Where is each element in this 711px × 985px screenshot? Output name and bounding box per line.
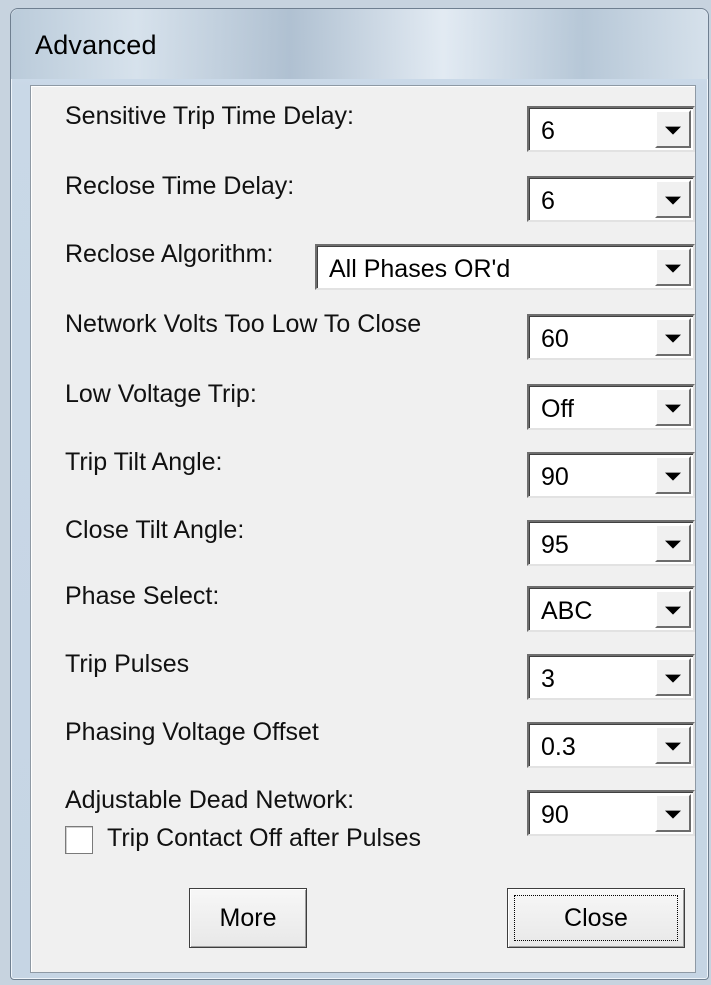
phasing-voltage-offset-label: Phasing Voltage Offset bbox=[65, 718, 319, 746]
reclose-algorithm-label: Reclose Algorithm: bbox=[65, 240, 274, 268]
network-volts-too-low-dropdown[interactable]: 60 bbox=[527, 314, 695, 360]
low-voltage-trip-value: Off bbox=[541, 395, 574, 423]
trip-tilt-angle-label: Trip Tilt Angle: bbox=[65, 448, 223, 476]
advanced-dialog: Advanced Sensitive Trip Time Delay: 6 Re… bbox=[10, 8, 709, 980]
setting-row-low-voltage-trip: Low Voltage Trip: Off bbox=[31, 374, 695, 430]
reclose-algorithm-value: All Phases OR'd bbox=[329, 255, 511, 283]
setting-row-sensitive-trip-time-delay: Sensitive Trip Time Delay: 6 bbox=[31, 96, 695, 152]
dropdown-button[interactable] bbox=[655, 248, 691, 286]
setting-row-network-volts-too-low: Network Volts Too Low To Close 60 bbox=[31, 304, 695, 360]
adjustable-dead-network-label: Adjustable Dead Network: bbox=[65, 786, 355, 814]
setting-row-reclose-time-delay: Reclose Time Delay: 6 bbox=[31, 166, 695, 222]
dropdown-button[interactable] bbox=[655, 524, 691, 562]
chevron-down-icon bbox=[665, 334, 681, 343]
trip-pulses-label: Trip Pulses bbox=[65, 650, 190, 678]
close-button[interactable]: Close bbox=[507, 888, 685, 948]
trip-contact-off-checkbox-row[interactable]: Trip Contact Off after Pulses bbox=[65, 820, 665, 860]
phase-select-label: Phase Select: bbox=[65, 582, 220, 610]
reclose-algorithm-dropdown[interactable]: All Phases OR'd bbox=[315, 244, 695, 290]
close-tilt-angle-label: Close Tilt Angle: bbox=[65, 516, 245, 544]
chevron-down-icon bbox=[665, 606, 681, 615]
trip-pulses-value: 3 bbox=[541, 665, 555, 693]
trip-tilt-angle-value: 90 bbox=[541, 463, 569, 491]
chevron-down-icon bbox=[665, 540, 681, 549]
setting-row-trip-tilt-angle: Trip Tilt Angle: 90 bbox=[31, 442, 695, 498]
trip-contact-off-checkbox[interactable] bbox=[65, 826, 93, 854]
dropdown-button[interactable] bbox=[655, 110, 691, 148]
dropdown-button[interactable] bbox=[655, 590, 691, 628]
phase-select-value: ABC bbox=[541, 597, 593, 625]
low-voltage-trip-label: Low Voltage Trip: bbox=[65, 380, 257, 408]
chevron-down-icon bbox=[665, 674, 681, 683]
phasing-voltage-offset-dropdown[interactable]: 0.3 bbox=[527, 722, 695, 768]
window-title: Advanced bbox=[35, 30, 157, 60]
reclose-time-delay-dropdown[interactable]: 6 bbox=[527, 176, 695, 222]
dropdown-button[interactable] bbox=[655, 456, 691, 494]
network-volts-too-low-label: Network Volts Too Low To Close bbox=[65, 310, 422, 338]
chevron-down-icon bbox=[665, 196, 681, 205]
sensitive-trip-time-delay-value: 6 bbox=[541, 117, 555, 145]
setting-row-phasing-voltage-offset: Phasing Voltage Offset 0.3 bbox=[31, 712, 695, 768]
phasing-voltage-offset-value: 0.3 bbox=[541, 733, 576, 761]
setting-row-close-tilt-angle: Close Tilt Angle: 95 bbox=[31, 510, 695, 566]
low-voltage-trip-dropdown[interactable]: Off bbox=[527, 384, 695, 430]
dropdown-button[interactable] bbox=[655, 388, 691, 426]
chevron-down-icon bbox=[665, 810, 681, 819]
focus-ring bbox=[514, 895, 678, 941]
trip-tilt-angle-dropdown[interactable]: 90 bbox=[527, 452, 695, 498]
sensitive-trip-time-delay-dropdown[interactable]: 6 bbox=[527, 106, 695, 152]
chevron-down-icon bbox=[665, 126, 681, 135]
chevron-down-icon bbox=[665, 472, 681, 481]
close-tilt-angle-dropdown[interactable]: 95 bbox=[527, 520, 695, 566]
settings-panel: Sensitive Trip Time Delay: 6 Reclose Tim… bbox=[30, 85, 696, 973]
reclose-time-delay-value: 6 bbox=[541, 187, 555, 215]
setting-row-trip-pulses: Trip Pulses 3 bbox=[31, 644, 695, 700]
close-tilt-angle-value: 95 bbox=[541, 531, 569, 559]
dropdown-button[interactable] bbox=[655, 726, 691, 764]
sensitive-trip-time-delay-label: Sensitive Trip Time Delay: bbox=[65, 102, 354, 130]
more-button-label: More bbox=[219, 904, 277, 932]
network-volts-too-low-value: 60 bbox=[541, 325, 569, 353]
chevron-down-icon bbox=[665, 404, 681, 413]
dropdown-button[interactable] bbox=[655, 658, 691, 696]
phase-select-dropdown[interactable]: ABC bbox=[527, 586, 695, 632]
chevron-down-icon bbox=[665, 264, 681, 273]
chevron-down-icon bbox=[665, 742, 681, 751]
dropdown-button[interactable] bbox=[655, 318, 691, 356]
reclose-time-delay-label: Reclose Time Delay: bbox=[65, 172, 295, 200]
setting-row-phase-select: Phase Select: ABC bbox=[31, 576, 695, 632]
dropdown-button[interactable] bbox=[655, 180, 691, 218]
trip-contact-off-label[interactable]: Trip Contact Off after Pulses bbox=[107, 824, 421, 853]
setting-row-reclose-algorithm: Reclose Algorithm: All Phases OR'd bbox=[31, 234, 695, 290]
more-button[interactable]: More bbox=[189, 888, 307, 948]
trip-pulses-dropdown[interactable]: 3 bbox=[527, 654, 695, 700]
